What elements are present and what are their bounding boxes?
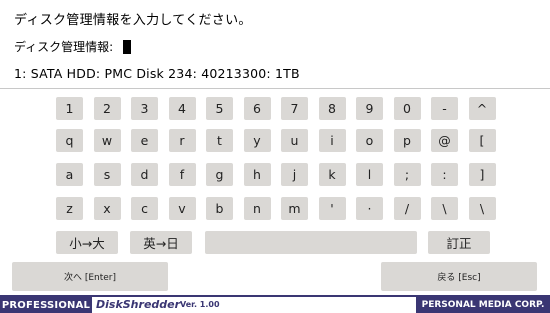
version-label: Ver. 1.00 xyxy=(180,300,220,309)
key-row1-7[interactable]: 7 xyxy=(281,97,308,120)
key-row1-3[interactable]: 3 xyxy=(131,97,158,120)
key-row1-6[interactable]: 6 xyxy=(243,97,271,120)
key-row2-8[interactable]: i xyxy=(318,129,346,152)
shredder-screen: ディスク管理情報を入力してください。 ディスク管理情報: 1: SATA HDD… xyxy=(0,0,550,313)
next-enter-button[interactable]: 次へ [Enter] xyxy=(12,262,168,291)
disk-info-text: 1: SATA HDD: PMC Disk 234: 40213300: 1TB xyxy=(14,66,300,81)
key-row3-12[interactable]: ] xyxy=(468,163,496,186)
small-large-toggle-key[interactable]: 小→大 xyxy=(56,231,118,254)
key-row2-11[interactable]: @ xyxy=(431,129,458,152)
space-key[interactable] xyxy=(205,231,417,254)
disk-info-field[interactable]: ディスク管理情報: xyxy=(14,38,132,55)
key-row2-12[interactable]: [ xyxy=(468,129,496,152)
footer-bar: PROFESSIONAL DiskShredder Ver. 1.00 PERS… xyxy=(0,295,550,313)
key-row1-10[interactable]: 0 xyxy=(393,97,421,120)
key-row4-8[interactable]: ' xyxy=(318,197,346,220)
key-row3-8[interactable]: k xyxy=(318,163,346,186)
field-label: ディスク管理情報: xyxy=(14,40,114,54)
key-row2-1[interactable]: q xyxy=(56,129,83,152)
key-row3-10[interactable]: ; xyxy=(393,163,421,186)
company-label: PERSONAL MEDIA CORP. xyxy=(416,297,550,313)
key-row1-2[interactable]: 2 xyxy=(93,97,121,120)
key-row3-3[interactable]: d xyxy=(131,163,158,186)
key-row2-5[interactable]: t xyxy=(206,129,233,152)
key-row1-11[interactable]: - xyxy=(431,97,458,120)
key-row1-1[interactable]: 1 xyxy=(56,97,83,120)
key-row1-5[interactable]: 5 xyxy=(206,97,233,120)
key-row2-4[interactable]: r xyxy=(168,129,196,152)
key-row3-4[interactable]: f xyxy=(168,163,196,186)
key-row2-6[interactable]: y xyxy=(243,129,271,152)
back-esc-button[interactable]: 戻る [Esc] xyxy=(381,262,537,291)
key-row4-10[interactable]: / xyxy=(393,197,421,220)
key-row2-7[interactable]: u xyxy=(281,129,308,152)
key-row3-1[interactable]: a xyxy=(56,163,83,186)
brand-label: PROFESSIONAL xyxy=(0,297,92,313)
key-row3-9[interactable]: l xyxy=(356,163,383,186)
key-row3-5[interactable]: g xyxy=(206,163,233,186)
key-row3-7[interactable]: j xyxy=(281,163,308,186)
key-row4-11[interactable]: \ xyxy=(431,197,458,220)
key-row1-12[interactable]: ^ xyxy=(468,97,496,120)
product-name: DiskShredder xyxy=(96,298,181,311)
key-row3-6[interactable]: h xyxy=(243,163,271,186)
key-row3-11[interactable]: : xyxy=(431,163,458,186)
text-cursor xyxy=(123,39,132,54)
key-row4-1[interactable]: z xyxy=(56,197,83,220)
key-row2-3[interactable]: e xyxy=(131,129,158,152)
key-row4-5[interactable]: b xyxy=(206,197,233,220)
alpha-japanese-toggle-key[interactable]: 英→日 xyxy=(130,231,192,254)
key-row1-9[interactable]: 9 xyxy=(356,97,383,120)
key-row1-4[interactable]: 4 xyxy=(168,97,196,120)
key-row2-10[interactable]: p xyxy=(393,129,421,152)
key-row2-2[interactable]: w xyxy=(93,129,121,152)
key-row2-9[interactable]: o xyxy=(356,129,383,152)
correction-key[interactable]: 訂正 xyxy=(428,231,490,254)
key-row4-2[interactable]: x xyxy=(93,197,121,220)
key-row4-12[interactable]: \ xyxy=(468,197,496,220)
prompt-text: ディスク管理情報を入力してください。 xyxy=(14,13,252,28)
key-row4-4[interactable]: v xyxy=(168,197,196,220)
key-row4-3[interactable]: c xyxy=(131,197,158,220)
key-row1-8[interactable]: 8 xyxy=(318,97,346,120)
divider xyxy=(0,88,550,89)
key-row4-9[interactable]: · xyxy=(356,197,383,220)
key-row4-7[interactable]: m xyxy=(281,197,308,220)
key-row4-6[interactable]: n xyxy=(243,197,271,220)
key-row3-2[interactable]: s xyxy=(93,163,121,186)
